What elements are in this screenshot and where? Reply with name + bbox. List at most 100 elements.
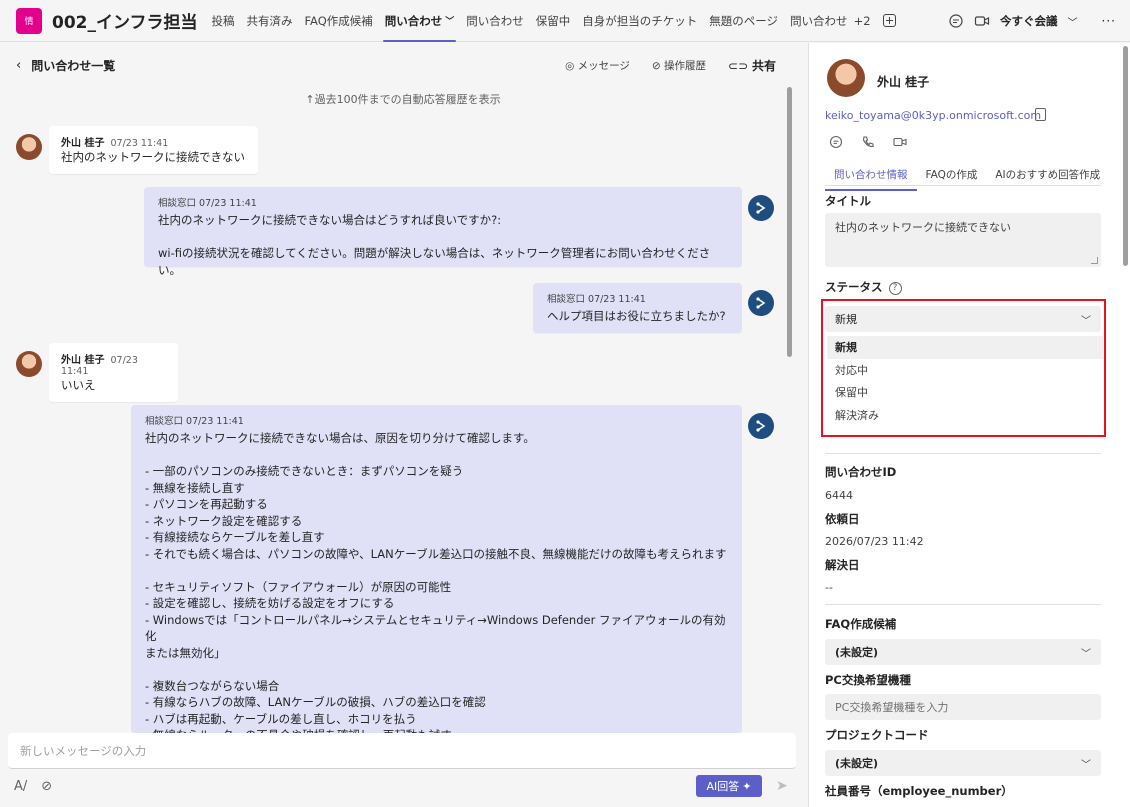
- message-meta: 相談窓口 07/23 11:41: [547, 294, 646, 305]
- avatar[interactable]: [16, 134, 42, 160]
- app-icon-text: 情: [24, 17, 34, 27]
- bot-logo-icon: [756, 420, 766, 432]
- attach-icon[interactable]: ⊘: [41, 779, 52, 794]
- tab-my-tickets[interactable]: 自身が担当のチケット: [576, 0, 703, 42]
- inquiry-id-label: 問い合わせID: [825, 465, 897, 479]
- request-date-label: 依頼日: [825, 512, 860, 526]
- bot-logo-icon: [756, 297, 766, 309]
- divider: [825, 185, 1101, 186]
- back-arrow-icon[interactable]: ‹: [16, 58, 21, 73]
- sender-name: 外山 桂子: [61, 138, 105, 149]
- bot-logo-icon: [756, 202, 766, 214]
- message-body: ヘルプ項目はお役に立ちましたか?: [547, 309, 726, 323]
- history-toggle[interactable]: ⊘ 操作履歴: [652, 58, 706, 73]
- contact-name: 外山 桂子: [877, 75, 930, 89]
- bot-message: 相談窓口 07/23 11:41 社内のネットワークに接続できない場合は、原因を…: [131, 405, 742, 733]
- resolved-date-value: --: [825, 581, 833, 594]
- tab-create-faq[interactable]: FAQの作成: [917, 163, 987, 191]
- tab-inquiries-label: 問い合わせ: [384, 13, 443, 28]
- top-bar: 情 002_インフラ担当 投稿 共有済み FAQ作成候補 問い合わせ ﹀ 問い合わ…: [0, 0, 1130, 42]
- status-label: ステータス?: [825, 279, 902, 295]
- message-input[interactable]: 新しいメッセージの入力: [8, 733, 796, 769]
- ai-answer-button[interactable]: AI回答 ✦: [696, 775, 762, 797]
- send-icon[interactable]: ➤: [776, 778, 788, 794]
- more-options-icon[interactable]: ···: [1102, 14, 1116, 28]
- tab-inquiries-3[interactable]: 問い合わせ: [784, 0, 854, 42]
- bot-avatar: [748, 290, 774, 316]
- eye-off-icon: ⊘: [651, 59, 665, 72]
- tab-inquiries-2[interactable]: 問い合わせ: [460, 0, 530, 42]
- tab-on-hold[interactable]: 保留中: [530, 0, 577, 42]
- header-actions: ◎ メッセージ ⊘ 操作履歴 ⊂⊃ 共有: [565, 43, 776, 87]
- message-toggle[interactable]: ◎ メッセージ: [565, 58, 630, 73]
- message-header: 外山 桂子 07/23 11:41: [61, 134, 246, 149]
- message-meta: 相談窓口 07/23 11:41: [158, 198, 257, 209]
- video-icon[interactable]: [974, 13, 990, 29]
- meet-now-button[interactable]: 今すぐ会議: [1000, 13, 1058, 29]
- app-icon[interactable]: 情: [16, 7, 42, 34]
- chat-header: ‹ 問い合わせ一覧 ◎ メッセージ ⊘ 操作履歴 ⊂⊃ 共有: [0, 43, 806, 87]
- copy-icon[interactable]: [1035, 108, 1046, 121]
- tab-ai-suggestion[interactable]: AIのおすすめ回答作成: [986, 163, 1109, 191]
- sparkle-icon: ✦: [742, 779, 752, 793]
- message-body: 社内のネットワークに接続できない場合は、原因を切り分けて確認します。 - 一部の…: [145, 431, 727, 733]
- chevron-down-icon: ﹀: [1081, 759, 1091, 771]
- format-icon[interactable]: A/: [14, 779, 27, 794]
- contact-email[interactable]: keiko_toyama@0k3yp.onmicrosoft.com: [825, 109, 1041, 122]
- chevron-down-icon: ﹀: [1081, 648, 1091, 660]
- inquiry-details-panel: 外山 桂子 keiko_toyama@0k3yp.onmicrosoft.com…: [808, 43, 1130, 807]
- inquiry-id-value: 6444: [825, 489, 853, 502]
- faq-candidate-select[interactable]: (未設定) ﹀: [825, 639, 1101, 665]
- bot-message: 相談窓口 07/23 11:41 ヘルプ項目はお役に立ちましたか?: [533, 283, 742, 333]
- compose-tools: A/ ⊘: [14, 779, 52, 794]
- pc-model-input[interactable]: PC交換希望機種を入力: [825, 694, 1101, 720]
- help-icon[interactable]: ?: [888, 282, 902, 295]
- bot-avatar: [748, 413, 774, 439]
- channel-tabs: 投稿 共有済み FAQ作成候補 問い合わせ ﹀ 問い合わせ 保留中 自身が担当のチ…: [205, 0, 896, 42]
- chat-icon[interactable]: [948, 13, 964, 29]
- chevron-down-icon[interactable]: ﹀: [1068, 14, 1078, 29]
- title-field[interactable]: 社内のネットワークに接続できない: [825, 213, 1101, 267]
- title-value: 社内のネットワークに接続できない: [835, 221, 1011, 234]
- employee-number-label: 社員番号（employee_number）: [825, 784, 1013, 798]
- tab-inquiries-active[interactable]: 問い合わせ ﹀: [379, 0, 461, 42]
- top-right-actions: 今すぐ会議 ﹀ ···: [948, 0, 1116, 42]
- project-code-select[interactable]: (未設定) ﹀: [825, 750, 1101, 776]
- chat-icon[interactable]: [829, 135, 843, 149]
- message-body: いいえ: [61, 378, 96, 392]
- avatar[interactable]: [16, 351, 42, 377]
- show-history-link[interactable]: ↑過去100件までの自動応答履歴を表示: [0, 91, 806, 107]
- tab-posts[interactable]: 投稿: [205, 0, 240, 42]
- divider: [825, 453, 1101, 454]
- tab-shared[interactable]: 共有済み: [240, 0, 298, 42]
- chevron-down-icon: ﹀: [445, 17, 455, 27]
- share-button-label: 共有: [751, 58, 776, 73]
- history-toggle-label: 操作履歴: [664, 59, 707, 72]
- phone-icon[interactable]: [861, 135, 875, 149]
- message-time: 07/23 11:41: [110, 138, 169, 149]
- add-tab-icon[interactable]: [882, 14, 896, 27]
- project-code-value: (未設定): [835, 757, 879, 770]
- message-body: 社内のネットワークに接続できない場合はどうすれば良いですか?: wi-fiの接続…: [158, 213, 711, 277]
- more-tabs[interactable]: +2: [854, 0, 877, 42]
- tab-inquiry-info[interactable]: 問い合わせ情報: [825, 163, 917, 191]
- title-label: タイトル: [825, 194, 871, 208]
- share-button[interactable]: ⊂⊃ 共有: [728, 57, 776, 74]
- chat-scrollbar[interactable]: [787, 87, 792, 357]
- user-message: 外山 桂子 07/23 11:41 いいえ: [49, 343, 178, 402]
- back-to-list-link[interactable]: 問い合わせ一覧: [31, 57, 115, 74]
- bot-avatar: [748, 195, 774, 221]
- tab-untitled-page[interactable]: 無題のページ: [703, 0, 784, 42]
- pc-model-label: PC交換希望機種: [825, 673, 911, 687]
- resolved-date-label: 解決日: [825, 558, 860, 572]
- video-icon[interactable]: [893, 135, 907, 149]
- tab-faq-candidates[interactable]: FAQ作成候補: [298, 0, 378, 42]
- contact-actions: [829, 135, 907, 149]
- message-toggle-label: メッセージ: [577, 59, 630, 72]
- bot-message: 相談窓口 07/23 11:41 社内のネットワークに接続できない場合はどうすれ…: [144, 187, 742, 277]
- resize-grip-icon[interactable]: [1091, 257, 1098, 264]
- message-meta: 相談窓口 07/23 11:41: [145, 416, 244, 427]
- panel-scrollbar[interactable]: [1123, 46, 1128, 266]
- chat-pane: ‹ 問い合わせ一覧 ◎ メッセージ ⊘ 操作履歴 ⊂⊃ 共有 ↑過去100件まで…: [0, 43, 806, 807]
- ai-answer-label: AI回答: [706, 780, 740, 793]
